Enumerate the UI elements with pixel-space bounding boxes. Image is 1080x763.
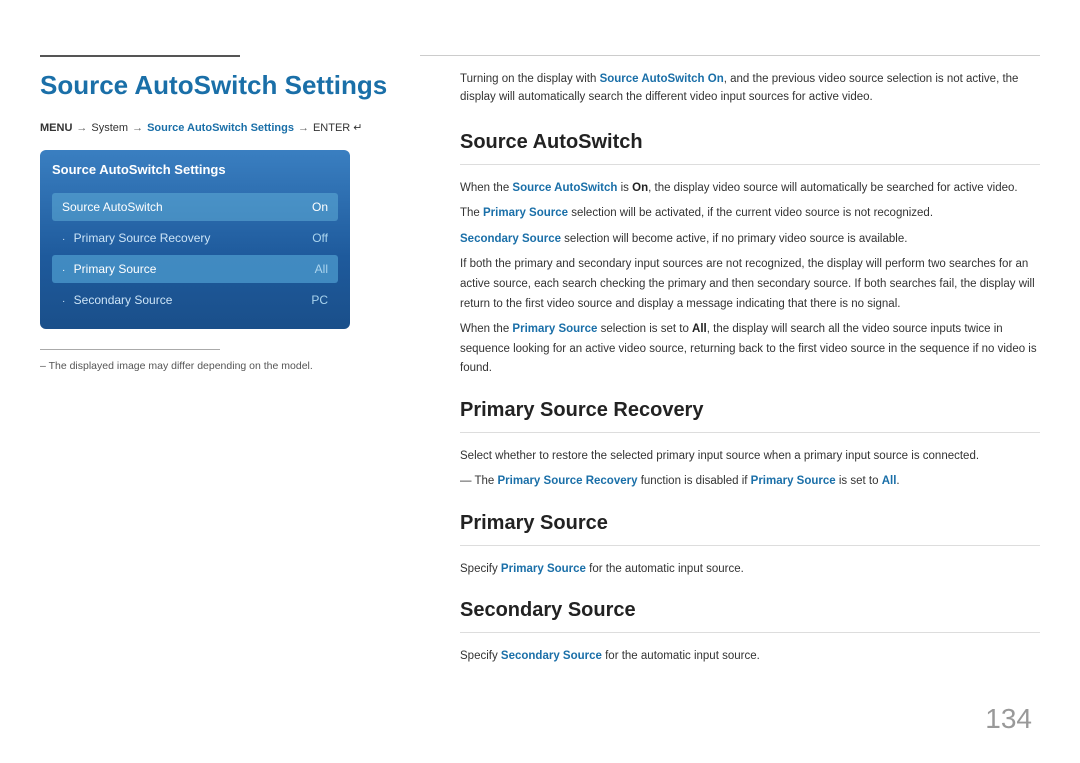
menu-item-label-primary-recovery: · Primary Source Recovery bbox=[62, 231, 210, 245]
breadcrumb-arrow-2: → bbox=[132, 122, 143, 134]
inline-bold-all: All bbox=[692, 323, 707, 335]
ui-panel-title: Source AutoSwitch Settings bbox=[52, 162, 338, 183]
menu-item-value-secondary-source: PC bbox=[311, 293, 328, 307]
section-body-primary-source: Specify Primary Source for the automatic… bbox=[460, 560, 1040, 580]
menu-item-source-autoswitch[interactable]: Source AutoSwitch On bbox=[52, 193, 338, 221]
breadcrumb: MENU → System → Source AutoSwitch Settin… bbox=[40, 121, 420, 134]
intro-bold-1: Source AutoSwitch On bbox=[600, 73, 724, 85]
menu-item-value-primary-recovery: Off bbox=[312, 231, 328, 245]
menu-item-secondary-source[interactable]: · Secondary Source PC bbox=[52, 286, 338, 314]
inline-bold-primary-2: Primary Source bbox=[512, 323, 597, 335]
breadcrumb-arrow-3: → bbox=[298, 122, 309, 134]
section-divider-1 bbox=[460, 164, 1040, 165]
note-text: – The displayed image may differ dependi… bbox=[40, 360, 420, 372]
top-left-decorative-line bbox=[40, 55, 240, 57]
section-title-recovery: Primary Source Recovery bbox=[460, 399, 1040, 422]
intro-text: Turning on the display with Source AutoS… bbox=[460, 70, 1040, 107]
section-title-primary-source: Primary Source bbox=[460, 512, 1040, 535]
section-body-recovery: Select whether to restore the selected p… bbox=[460, 447, 1040, 492]
inline-bold-specify-secondary: Secondary Source bbox=[501, 650, 602, 662]
inline-bold-on: On bbox=[632, 182, 648, 194]
section-body-autoswitch: When the Source AutoSwitch is On, the di… bbox=[460, 179, 1040, 379]
left-column: Source AutoSwitch Settings MENU → System… bbox=[40, 60, 420, 733]
inline-bold-primary-3: Primary Source bbox=[751, 475, 836, 487]
menu-item-value-primary-source: All bbox=[315, 262, 328, 276]
inline-bold-all-2: All bbox=[882, 475, 897, 487]
page-title: Source AutoSwitch Settings bbox=[40, 70, 420, 101]
section-body-secondary-source: Specify Secondary Source for the automat… bbox=[460, 647, 1040, 667]
section-divider-2 bbox=[460, 432, 1040, 433]
menu-item-label-source-autoswitch: Source AutoSwitch bbox=[62, 200, 163, 214]
ui-panel: Source AutoSwitch Settings Source AutoSw… bbox=[40, 150, 350, 329]
menu-item-label-secondary-source: · Secondary Source bbox=[62, 293, 172, 307]
breadcrumb-menu: MENU bbox=[40, 122, 72, 134]
breadcrumb-enter: ENTER ↵ bbox=[313, 121, 363, 134]
inline-bold-recovery: Primary Source Recovery bbox=[498, 475, 638, 487]
menu-item-primary-recovery[interactable]: · Primary Source Recovery Off bbox=[52, 224, 338, 252]
inline-bold-specify-primary: Primary Source bbox=[501, 563, 586, 575]
menu-item-label-primary-source: · Primary Source bbox=[62, 262, 156, 276]
inline-bold-secondary: Secondary Source bbox=[460, 233, 561, 245]
inline-bold-autoswitch: Source AutoSwitch bbox=[512, 182, 617, 194]
breadcrumb-highlight: Source AutoSwitch Settings bbox=[147, 122, 294, 134]
breadcrumb-arrow-1: → bbox=[76, 122, 87, 134]
left-divider bbox=[40, 349, 220, 350]
section-title-autoswitch: Source AutoSwitch bbox=[460, 131, 1040, 154]
top-right-decorative-line bbox=[420, 55, 1040, 56]
section-divider-4 bbox=[460, 632, 1040, 633]
section-divider-3 bbox=[460, 545, 1040, 546]
menu-item-value-source-autoswitch: On bbox=[312, 200, 328, 214]
section-title-secondary-source: Secondary Source bbox=[460, 599, 1040, 622]
right-column: Turning on the display with Source AutoS… bbox=[460, 60, 1040, 733]
breadcrumb-system: System bbox=[91, 122, 128, 134]
menu-item-primary-source[interactable]: · Primary Source All bbox=[52, 255, 338, 283]
page-number: 134 bbox=[985, 703, 1032, 735]
inline-bold-primary: Primary Source bbox=[483, 207, 568, 219]
